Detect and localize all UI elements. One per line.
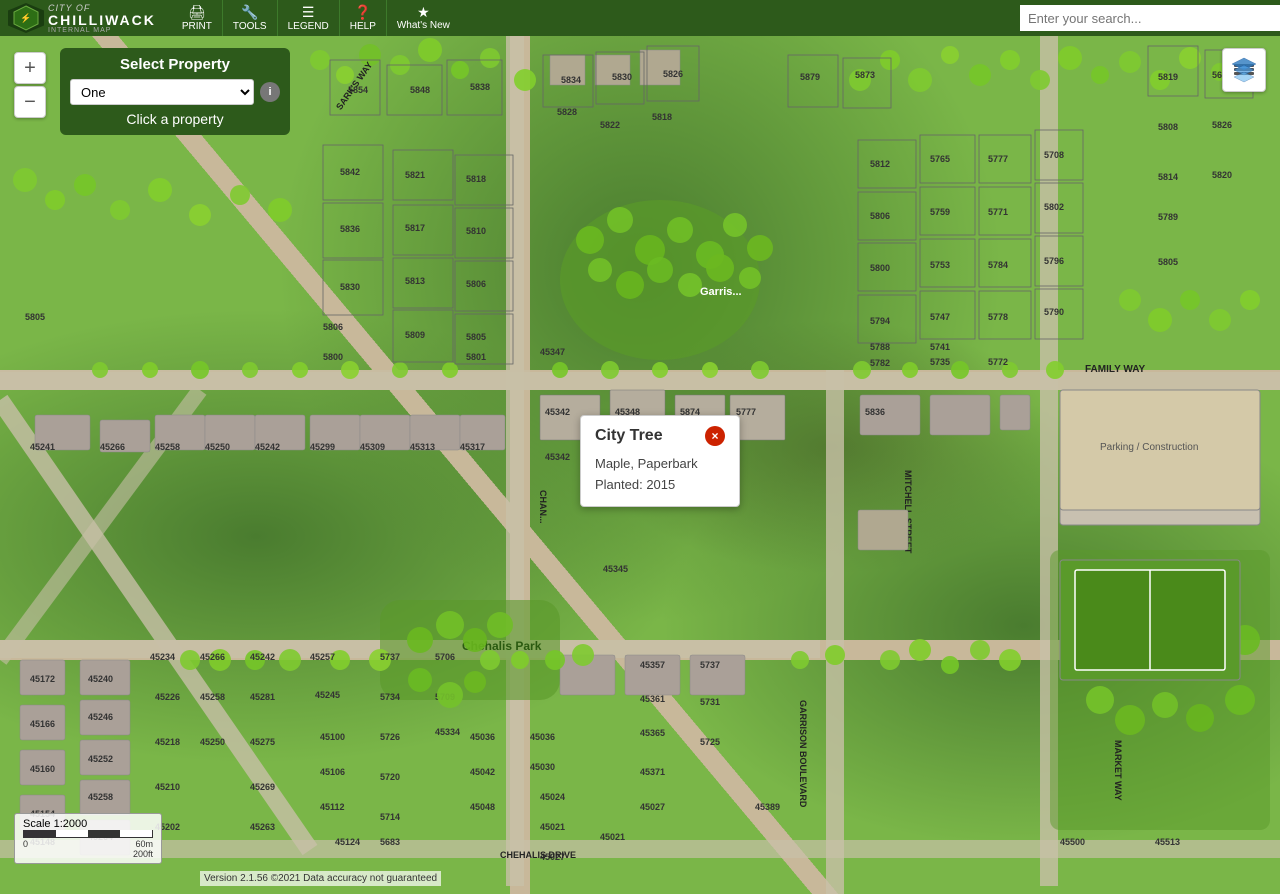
popup-title: City Tree — [595, 427, 663, 445]
scale-distance-feet: 200ft — [133, 849, 153, 859]
nav-tools: 🖨 PRINT 🔧 TOOLS ☰ LEGEND ❓ HELP ★ What's… — [172, 0, 460, 36]
click-property-text: Click a property — [70, 111, 280, 127]
property-select-row: One Two Three i — [70, 79, 280, 105]
scale-zero: 0 — [23, 839, 28, 849]
popup-detail2: Planted: 2015 — [595, 475, 725, 496]
city-tree-popup: City Tree × Maple, Paperbark Planted: 20… — [580, 415, 740, 507]
zoom-out-button[interactable]: − — [14, 86, 46, 118]
help-label: HELP — [350, 21, 376, 32]
property-dropdown[interactable]: One Two Three — [70, 79, 254, 105]
version-text: Version 2.1.56 ©2021 Data accuracy not g… — [200, 871, 441, 886]
popup-header: City Tree × — [595, 426, 725, 446]
logo-name: CHILLIWACK — [48, 13, 156, 27]
popup-detail1: Maple, Paperbark — [595, 454, 725, 475]
legend-icon: ☰ — [302, 5, 315, 19]
search-input[interactable] — [1020, 5, 1280, 31]
popup-content: Maple, Paperbark Planted: 2015 — [595, 454, 725, 496]
print-icon: 🖨 — [188, 5, 206, 19]
legend-label: LEGEND — [288, 21, 329, 32]
tools-button[interactable]: 🔧 TOOLS — [223, 0, 278, 36]
search-bar — [1020, 5, 1280, 31]
popup-close-button[interactable]: × — [705, 426, 725, 446]
whats-new-button[interactable]: ★ What's New — [387, 3, 460, 33]
info-icon[interactable]: i — [260, 82, 280, 102]
tools-label: TOOLS — [233, 21, 267, 32]
print-label: PRINT — [182, 21, 212, 32]
logo-area: ⚡ CITY OF CHILLIWACK INTERNAL MAP — [0, 0, 164, 36]
zoom-controls: + − — [14, 52, 46, 118]
layers-button[interactable] — [1222, 48, 1266, 92]
property-title: Select Property — [70, 56, 280, 73]
scale-ratio: Scale 1:2000 — [23, 818, 153, 830]
scale-distance-meters: 60m — [135, 839, 153, 849]
property-panel: Select Property One Two Three i Click a … — [60, 48, 290, 135]
whats-new-label: What's New — [397, 20, 450, 31]
logo-city: CITY OF — [48, 3, 156, 13]
logo-shield: ⚡ — [8, 3, 44, 33]
print-button[interactable]: 🖨 PRINT — [172, 0, 223, 36]
star-icon: ★ — [417, 5, 430, 19]
logo-subtitle: INTERNAL MAP — [48, 27, 156, 34]
logo-text-block: CITY OF CHILLIWACK INTERNAL MAP — [48, 3, 156, 34]
scale-bar: Scale 1:2000 0 60m 200ft — [14, 813, 162, 864]
legend-button[interactable]: ☰ LEGEND — [278, 0, 340, 36]
tools-icon: 🔧 — [241, 5, 258, 19]
svg-text:⚡: ⚡ — [20, 12, 31, 24]
zoom-in-button[interactable]: + — [14, 52, 46, 84]
help-button[interactable]: ❓ HELP — [340, 0, 387, 36]
header-bar: ⚡ CITY OF CHILLIWACK INTERNAL MAP 🖨 PRIN… — [0, 0, 1280, 36]
help-icon: ❓ — [354, 5, 371, 19]
